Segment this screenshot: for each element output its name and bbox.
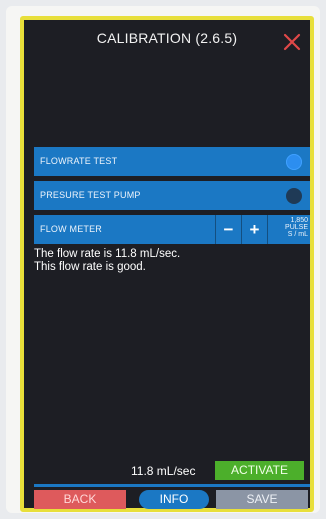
flowrate-test-row[interactable]: FLOWRATE TEST [34,147,310,176]
pulse-unit-line2: S / mL [287,231,308,238]
footer-divider [34,484,310,487]
activate-button[interactable]: ACTIVATE [215,461,304,480]
flowrate-test-label: FLOWRATE TEST [40,156,118,166]
decrement-button[interactable]: − [215,215,241,244]
pulse-readout: 1,850 PULSE S / mL [267,215,310,244]
page-title: CALIBRATION (2.6.5) [96,30,238,46]
close-icon [283,33,301,51]
flowrate-test-toggle[interactable] [286,154,302,170]
close-button[interactable] [282,32,302,52]
pulse-value: 1,850 [290,217,308,224]
pressure-test-pump-row[interactable]: PRESURE TEST PUMP [34,181,310,210]
pressure-test-pump-label: PRESURE TEST PUMP [40,190,141,200]
flow-rate-message: The flow rate is 11.8 mL/sec. [34,248,181,260]
pulse-unit-line1: PULSE [285,224,308,231]
flow-meter-label-cell: FLOW METER [34,215,214,244]
increment-button[interactable]: + [241,215,267,244]
flow-meter-row: FLOW METER − + 1,850 PULSE S / mL [34,215,310,244]
status-message: The flow rate is 11.8 mL/sec. This flow … [34,248,180,274]
calibration-screen: CALIBRATION (2.6.5) FLOWRATE TEST PRESUR… [20,16,314,512]
info-button[interactable]: INFO [139,490,209,509]
flow-rate-quality-message: This flow rate is good. [34,261,146,273]
back-button[interactable]: BACK [34,490,126,509]
device-bezel: CALIBRATION (2.6.5) FLOWRATE TEST PRESUR… [6,6,320,513]
pressure-test-pump-toggle[interactable] [286,188,302,204]
save-button[interactable]: SAVE [216,490,308,509]
flow-meter-label: FLOW METER [40,224,102,234]
flow-rate-readout: 11.8 mL/sec [131,464,196,478]
